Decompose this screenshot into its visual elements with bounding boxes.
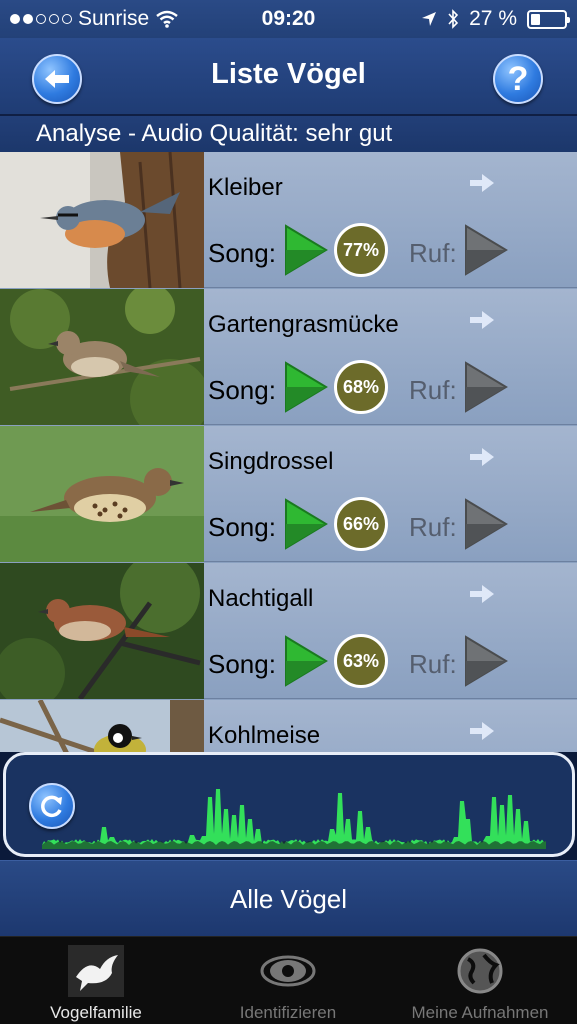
play-song-button[interactable] xyxy=(282,633,330,689)
bluetooth-icon xyxy=(448,9,459,29)
bird-name: Gartengrasmücke xyxy=(208,311,399,338)
call-label: Ruf: xyxy=(409,238,457,268)
bird-photo xyxy=(0,152,204,288)
analysis-quality-text: Analyse - Audio Qualität: sehr gut xyxy=(0,116,577,152)
play-song-button[interactable] xyxy=(282,222,330,278)
list-item[interactable]: Singdrossel Song: 66% Ruf: xyxy=(0,426,577,563)
details-arrow-icon[interactable] xyxy=(468,172,496,194)
bird-photo xyxy=(0,563,204,699)
match-percentage-badge: 68% xyxy=(334,360,388,414)
tab-vogelfamilie[interactable]: Vogelfamilie xyxy=(0,937,192,1024)
play-song-button[interactable] xyxy=(282,359,330,415)
tab-label: Identifizieren xyxy=(239,1003,337,1022)
status-bar: Sunrise 09:20 27 % xyxy=(0,0,577,38)
play-call-button[interactable] xyxy=(462,359,510,415)
details-arrow-icon[interactable] xyxy=(468,446,496,468)
bird-name: Singdrossel xyxy=(208,448,334,475)
bird-name: Nachtigall xyxy=(208,585,314,612)
navigation-bar: Liste Vögel ? xyxy=(0,38,577,116)
location-icon xyxy=(422,12,437,26)
battery-percent: 27 % xyxy=(469,7,517,30)
all-birds-button[interactable]: Alle Vögel xyxy=(0,860,577,936)
help-button[interactable]: ? xyxy=(493,54,543,104)
list-item[interactable]: Kleiber Song: 77% Ruf: xyxy=(0,152,577,289)
list-item[interactable]: Nachtigall Song: 63% Ruf: xyxy=(0,563,577,700)
globe-icon xyxy=(457,948,503,994)
song-label: Song: xyxy=(208,512,276,542)
song-label: Song: xyxy=(208,649,276,679)
tab-label: Meine Aufnahmen xyxy=(411,1003,549,1022)
list-item[interactable]: Kohlmeise xyxy=(0,700,577,752)
details-arrow-icon[interactable] xyxy=(468,309,496,331)
details-arrow-icon[interactable] xyxy=(468,720,496,742)
play-call-button[interactable] xyxy=(462,633,510,689)
call-label: Ruf: xyxy=(409,375,457,405)
bird-name: Kohlmeise xyxy=(208,722,321,749)
battery-icon xyxy=(527,9,570,29)
details-arrow-icon[interactable] xyxy=(468,583,496,605)
bird-list: Kleiber Song: 77% Ruf: Gartengrasmücke S… xyxy=(0,152,577,752)
bird-name: Kleiber xyxy=(208,174,283,201)
song-label: Song: xyxy=(208,375,276,405)
play-call-button[interactable] xyxy=(462,496,510,552)
bird-photo xyxy=(0,289,204,425)
match-percentage-badge: 77% xyxy=(334,223,388,277)
call-label: Ruf: xyxy=(409,649,457,679)
page-title: Liste Vögel xyxy=(211,58,366,90)
play-call-button[interactable] xyxy=(462,222,510,278)
match-percentage-badge: 63% xyxy=(334,634,388,688)
song-label: Song: xyxy=(208,238,276,268)
play-song-button[interactable] xyxy=(282,496,330,552)
eye-icon xyxy=(260,955,316,987)
bird-photo xyxy=(0,700,204,752)
tab-identifizieren[interactable]: Identifizieren xyxy=(192,937,384,1024)
waveform-shape xyxy=(42,789,546,849)
tab-meine-aufnahmen[interactable]: Meine Aufnahmen xyxy=(384,937,576,1024)
bird-icon xyxy=(76,955,118,991)
audio-waveform xyxy=(42,789,546,849)
list-item[interactable]: Gartengrasmücke Song: 68% Ruf: xyxy=(0,289,577,426)
tab-label: Vogelfamilie xyxy=(50,1003,142,1022)
call-label: Ruf: xyxy=(409,512,457,542)
bird-photo xyxy=(0,426,204,562)
help-icon: ? xyxy=(507,59,529,98)
tab-bar: Vogelfamilie Identifizieren Meine Aufnah… xyxy=(0,936,577,1024)
recording-waveform-panel xyxy=(3,752,575,857)
match-percentage-badge: 66% xyxy=(334,497,388,551)
